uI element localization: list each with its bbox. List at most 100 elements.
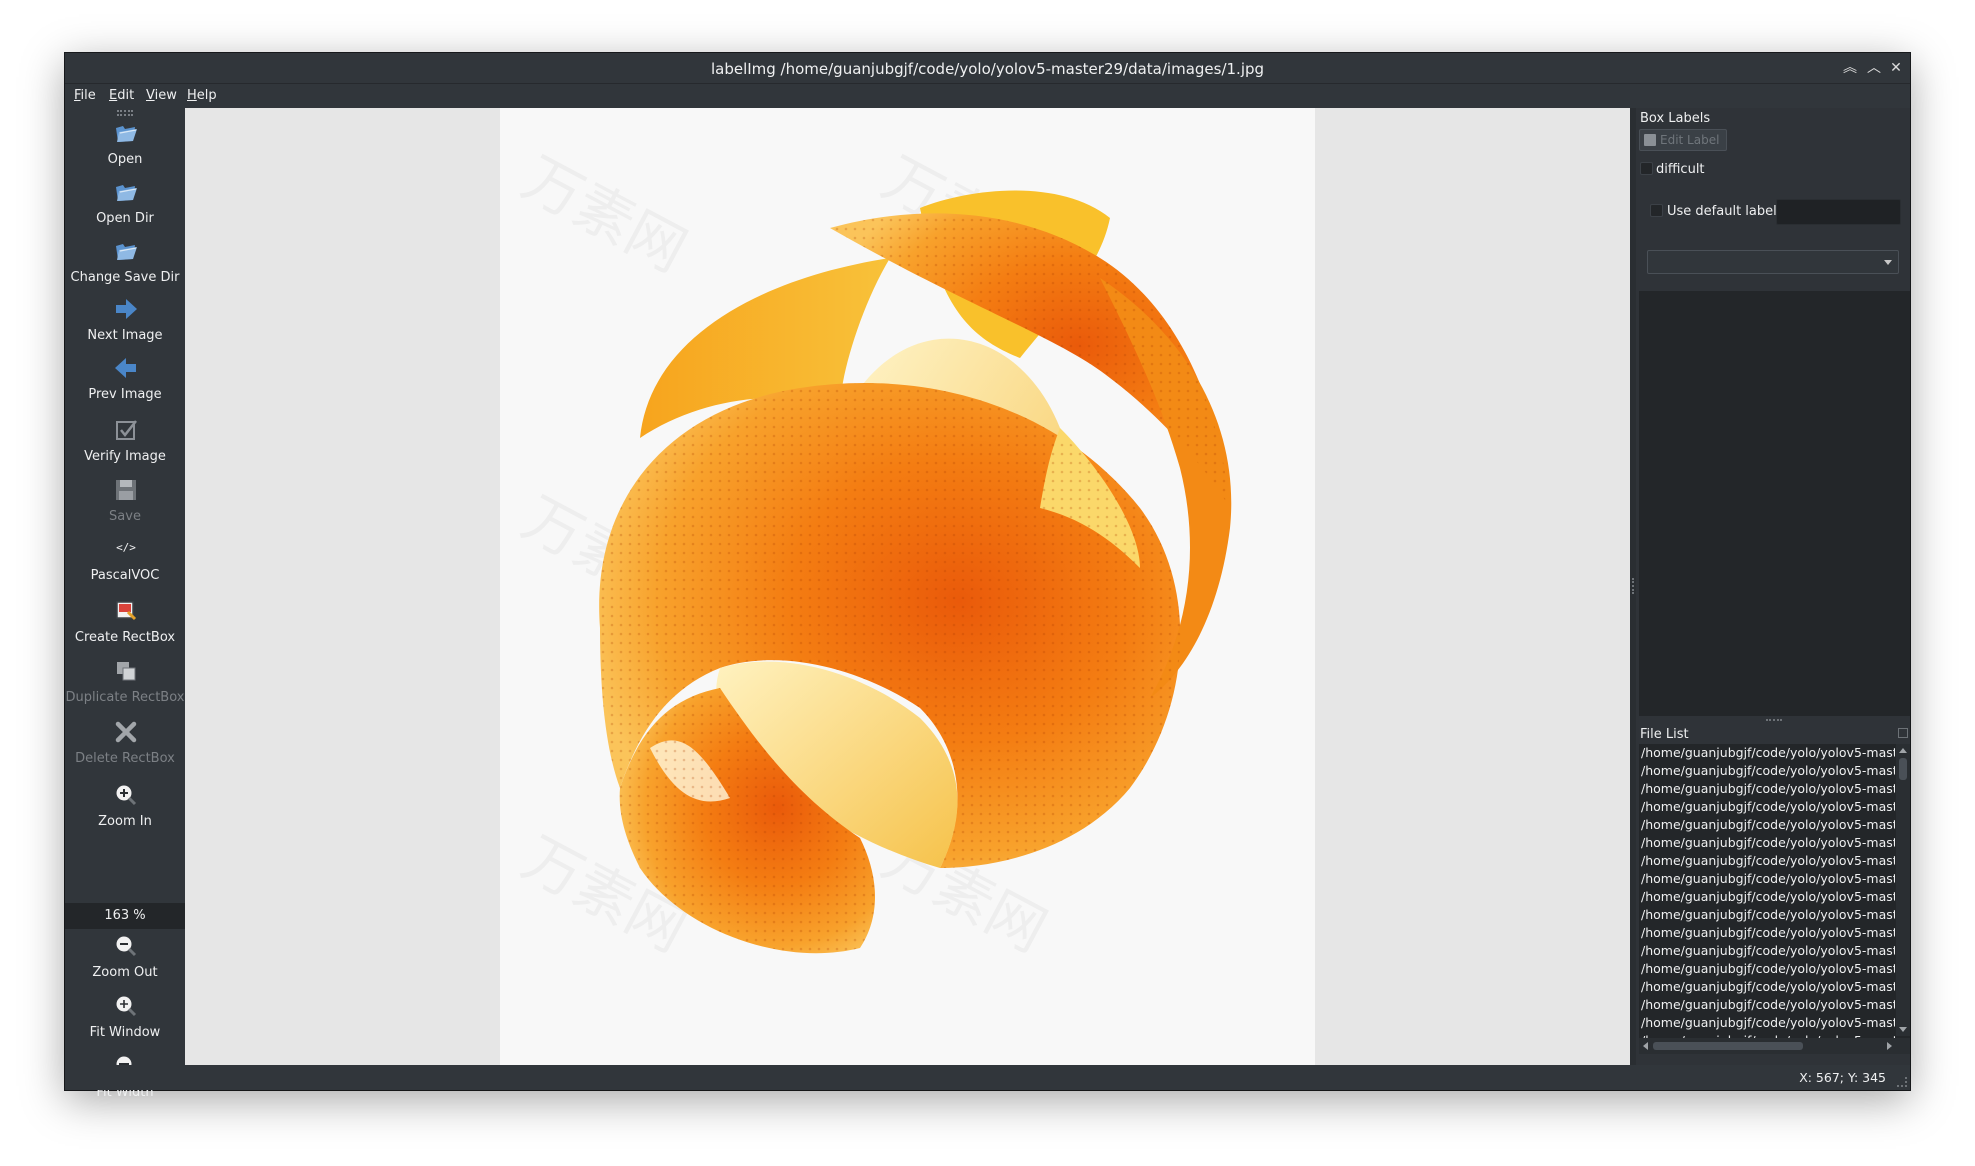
image-canvas[interactable]: 万素网 万素网 万素网 万素网 万素网 万素网 bbox=[185, 108, 1630, 1065]
file-list-item[interactable]: /home/guanjubgjf/code/yolo/yolov5-master bbox=[1639, 870, 1895, 888]
label-filter-combobox[interactable] bbox=[1647, 250, 1899, 274]
orange-peel-picture bbox=[599, 190, 1232, 954]
difficult-label: difficult bbox=[1656, 162, 1705, 177]
difficult-checkbox[interactable] bbox=[1640, 162, 1653, 175]
delete-rectbox-label: Delete RectBox bbox=[75, 751, 175, 766]
scroll-thumb[interactable] bbox=[1899, 758, 1907, 780]
folder-open-icon bbox=[116, 126, 137, 142]
zoom-value-spinbox[interactable]: 163 % bbox=[65, 903, 185, 929]
save-label: Save bbox=[109, 509, 141, 524]
file-list-title: File List bbox=[1640, 727, 1689, 742]
zoom-in-button[interactable]: Zoom In bbox=[65, 782, 185, 840]
duplicate-icon bbox=[117, 662, 136, 681]
file-list-item[interactable]: /home/guanjubgjf/code/yolo/yolov5-master bbox=[1639, 960, 1895, 978]
tools-toolbar: Open Open Dir Change Save Dir Next Image bbox=[65, 108, 185, 1100]
file-list-item[interactable]: /home/guanjubgjf/code/yolo/yolov5-master bbox=[1639, 816, 1895, 834]
edit-label-text: Edit Label bbox=[1660, 133, 1720, 147]
maximize-icon[interactable]: ︿ bbox=[1864, 58, 1884, 78]
change-save-dir-label: Change Save Dir bbox=[70, 270, 180, 285]
menu-file[interactable]: File bbox=[74, 88, 96, 103]
file-list-item[interactable]: /home/guanjubgjf/code/yolo/yolov5-master bbox=[1639, 762, 1895, 780]
title-bar[interactable]: labelImg /home/guanjubgjf/code/yolo/yolo… bbox=[65, 53, 1910, 84]
label-list[interactable] bbox=[1639, 291, 1910, 716]
scroll-up-icon[interactable] bbox=[1899, 748, 1907, 753]
file-list-item[interactable]: /home/guanjubgjf/code/yolo/yolov5-master bbox=[1639, 1014, 1895, 1032]
use-default-label-text: Use default label bbox=[1667, 204, 1777, 219]
file-list-item[interactable]: /home/guanjubgjf/code/yolo/yolov5-master bbox=[1639, 780, 1895, 798]
open-dir-button[interactable]: Open Dir bbox=[65, 179, 185, 237]
open-label: Open bbox=[107, 152, 143, 167]
folder-open-icon bbox=[116, 185, 137, 201]
horizontal-scrollbar[interactable] bbox=[1639, 1038, 1910, 1054]
checkbox-verify-icon bbox=[116, 420, 137, 440]
vertical-scrollbar[interactable] bbox=[1896, 744, 1910, 1036]
zoom-out-label: Zoom Out bbox=[92, 965, 158, 980]
arrow-right-icon bbox=[116, 299, 137, 319]
chevron-down-icon bbox=[1884, 260, 1892, 265]
next-image-button[interactable]: Next Image bbox=[65, 296, 185, 354]
zoom-out-button[interactable]: Zoom Out bbox=[65, 933, 185, 991]
folder-open-icon bbox=[116, 244, 137, 260]
keep-above-icon[interactable]: ︽ bbox=[1840, 58, 1860, 78]
edit-label-button[interactable]: Edit Label bbox=[1639, 129, 1727, 151]
window-title: labelImg /home/guanjubgjf/code/yolo/yolo… bbox=[710, 60, 1265, 78]
arrow-left-icon bbox=[115, 358, 136, 378]
cursor-coordinates: X: 567; Y: 345 bbox=[1799, 1070, 1886, 1085]
next-image-label: Next Image bbox=[87, 328, 163, 343]
scroll-thumb[interactable] bbox=[1653, 1042, 1803, 1050]
delete-x-icon bbox=[115, 721, 137, 743]
labelimg-window: labelImg /home/guanjubgjf/code/yolo/yolo… bbox=[65, 53, 1910, 1100]
edit-pen-icon bbox=[1644, 134, 1656, 146]
menu-edit[interactable]: Edit bbox=[109, 88, 134, 103]
loaded-image[interactable]: 万素网 万素网 万素网 万素网 万素网 万素网 bbox=[500, 108, 1315, 1065]
file-list-item[interactable]: /home/guanjubgjf/code/yolo/yolov5-master bbox=[1639, 978, 1895, 996]
verify-image-label: Verify Image bbox=[84, 449, 166, 464]
file-list-item[interactable]: /home/guanjubgjf/code/yolo/yolov5-master bbox=[1639, 852, 1895, 870]
box-labels-title: Box Labels bbox=[1640, 111, 1711, 126]
prev-image-label: Prev Image bbox=[88, 387, 162, 402]
verify-image-button[interactable]: Verify Image bbox=[65, 417, 185, 475]
create-rectbox-button[interactable]: Create RectBox bbox=[65, 598, 185, 656]
save-disk-icon bbox=[116, 480, 136, 500]
open-button[interactable]: Open bbox=[65, 120, 185, 178]
file-list-item[interactable]: /home/guanjubgjf/code/yolo/yolov5-master bbox=[1639, 744, 1895, 762]
zoom-in-icon bbox=[116, 785, 137, 806]
open-dir-label: Open Dir bbox=[96, 211, 154, 226]
right-dock-panel: Box Labels Edit Label difficult Use defa… bbox=[1636, 108, 1910, 1065]
create-rectbox-label: Create RectBox bbox=[74, 630, 176, 645]
size-grip[interactable] bbox=[1897, 1077, 1907, 1087]
file-list[interactable]: /home/guanjubgjf/code/yolo/yolov5-master… bbox=[1639, 744, 1910, 1054]
menu-bar: File Edit View Help bbox=[65, 84, 1910, 108]
save-button[interactable]: Save bbox=[65, 477, 185, 535]
file-list-item[interactable]: /home/guanjubgjf/code/yolo/yolov5-master bbox=[1639, 888, 1895, 906]
toolbar-grip[interactable] bbox=[117, 110, 133, 116]
file-list-item[interactable]: /home/guanjubgjf/code/yolo/yolov5-master bbox=[1639, 996, 1895, 1014]
fit-window-button[interactable]: Fit Window bbox=[65, 993, 185, 1051]
format-label: PascalVOC bbox=[90, 568, 160, 583]
zoom-out-icon bbox=[116, 936, 137, 957]
duplicate-rectbox-label: Duplicate RectBox bbox=[65, 690, 185, 705]
delete-rectbox-button[interactable]: Delete RectBox bbox=[65, 719, 185, 777]
close-icon[interactable]: ✕ bbox=[1886, 58, 1906, 78]
scroll-right-icon[interactable] bbox=[1887, 1042, 1892, 1050]
code-format-icon: </> bbox=[116, 541, 136, 554]
scroll-down-icon[interactable] bbox=[1899, 1027, 1907, 1032]
zoom-in-label: Zoom In bbox=[98, 814, 152, 829]
undock-icon[interactable] bbox=[1898, 728, 1908, 738]
change-save-dir-button[interactable]: Change Save Dir bbox=[65, 238, 185, 296]
file-list-item[interactable]: /home/guanjubgjf/code/yolo/yolov5-master bbox=[1639, 798, 1895, 816]
default-label-input[interactable] bbox=[1776, 199, 1901, 225]
format-toggle-button[interactable]: </> PascalVOC bbox=[65, 536, 185, 594]
fit-window-icon bbox=[116, 996, 137, 1017]
file-list-item[interactable]: /home/guanjubgjf/code/yolo/yolov5-master bbox=[1639, 906, 1895, 924]
prev-image-button[interactable]: Prev Image bbox=[65, 355, 185, 413]
dock-resize-grip[interactable] bbox=[1766, 719, 1782, 723]
menu-help[interactable]: Help bbox=[187, 88, 217, 103]
duplicate-rectbox-button[interactable]: Duplicate RectBox bbox=[65, 658, 185, 716]
file-list-item[interactable]: /home/guanjubgjf/code/yolo/yolov5-master bbox=[1639, 834, 1895, 852]
file-list-item[interactable]: /home/guanjubgjf/code/yolo/yolov5-master bbox=[1639, 924, 1895, 942]
use-default-label-checkbox[interactable] bbox=[1650, 204, 1663, 217]
file-list-item[interactable]: /home/guanjubgjf/code/yolo/yolov5-master bbox=[1639, 942, 1895, 960]
menu-view[interactable]: View bbox=[146, 88, 177, 103]
scroll-left-icon[interactable] bbox=[1643, 1042, 1648, 1050]
